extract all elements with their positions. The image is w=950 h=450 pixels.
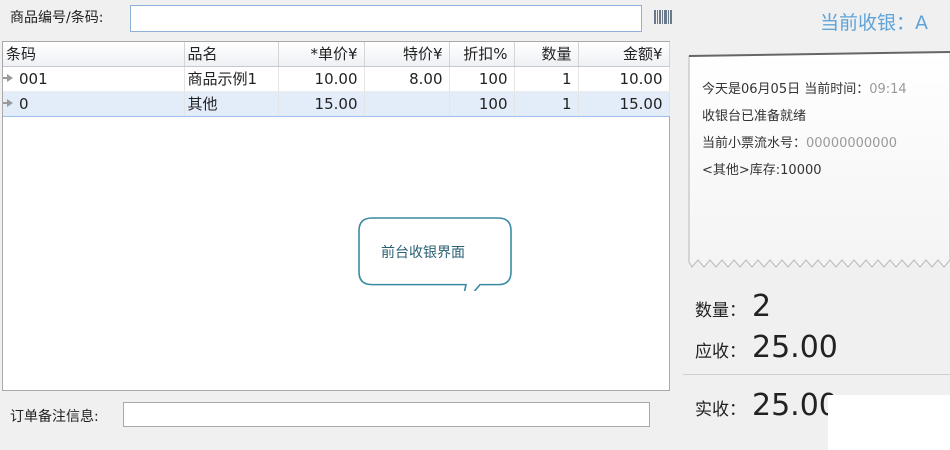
column-header-barcode[interactable]: 条码 [3, 42, 185, 67]
receipt-serial-line: 当前小票流水号：00000000000 [702, 130, 907, 157]
barcode-text: 0 [19, 94, 29, 113]
cell-amount[interactable]: 15.00 [578, 90, 670, 117]
receipt-text: 今天是06月05日 当前时间：09:14 收银台已准备就绪 当前小票流水号：00… [702, 76, 907, 184]
receipt-date: 今天是06月05日 当前时间： [702, 82, 870, 97]
column-header-price[interactable]: *单价¥ [278, 42, 365, 67]
cell-price[interactable]: 10.00 [278, 66, 365, 92]
cell-amount[interactable]: 10.00 [578, 66, 670, 92]
amount-due: 应收： 25.00 [695, 330, 838, 365]
cell-quantity[interactable]: 1 [514, 90, 579, 117]
barcode-icon[interactable] [654, 10, 672, 24]
quantity-total: 数量： 2 [695, 289, 771, 324]
amount-paid-value: 25.00 [752, 388, 838, 423]
receipt-serial-label: 当前小票流水号： [702, 136, 807, 151]
cashier-label: 当前收银：A [820, 12, 928, 34]
callout-text: 前台收银界面 [381, 245, 465, 261]
search-input[interactable] [130, 5, 642, 32]
column-header-discount[interactable]: 折扣% [449, 42, 515, 67]
receipt-time: 09:14 [869, 82, 907, 97]
search-label: 商品编号/条码: [10, 10, 104, 26]
amount-paid-label: 实收： [695, 400, 746, 420]
column-header-quantity[interactable]: 数量 [514, 42, 579, 67]
cell-name[interactable]: 商品示例1 [184, 66, 279, 92]
product-grid[interactable]: 条码 品名 *单价¥ 特价¥ 折扣% 数量 金额¥ 001 商品示例1 10.0… [2, 41, 670, 391]
cell-barcode[interactable]: 0 [3, 90, 185, 117]
table-row[interactable]: 001 商品示例1 10.00 8.00 100 1 10.00 [3, 66, 670, 92]
arrow-right-icon [3, 74, 13, 82]
receipt-serial: 00000000000 [806, 136, 897, 151]
cell-special-price[interactable]: 8.00 [364, 66, 450, 92]
arrow-right-icon [3, 99, 13, 107]
order-note-label: 订单备注信息: [10, 409, 99, 425]
cell-barcode[interactable]: 001 [3, 66, 185, 92]
table-header: 条码 品名 *单价¥ 特价¥ 折扣% 数量 金额¥ [3, 42, 670, 67]
cell-name[interactable]: 其他 [184, 90, 279, 117]
cell-discount[interactable]: 100 [449, 66, 515, 92]
quantity-total-value: 2 [752, 289, 772, 324]
column-header-name[interactable]: 品名 [184, 42, 279, 67]
corner-mask [828, 395, 950, 450]
amount-due-label: 应收： [695, 342, 746, 362]
column-header-special-price[interactable]: 特价¥ [364, 42, 450, 67]
column-header-amount[interactable]: 金额¥ [578, 42, 670, 67]
receipt-status: 收银台已准备就绪 [702, 109, 807, 124]
cell-discount[interactable]: 100 [449, 90, 515, 117]
product-table: 条码 品名 *单价¥ 特价¥ 折扣% 数量 金额¥ 001 商品示例1 10.0… [3, 42, 670, 117]
quantity-total-label: 数量： [695, 301, 746, 321]
cell-price[interactable]: 15.00 [278, 90, 365, 117]
barcode-text: 001 [19, 69, 48, 88]
receipt-stock: <其他>库存:10000 [702, 163, 822, 178]
cell-quantity[interactable]: 1 [514, 66, 579, 92]
amount-due-value: 25.00 [752, 330, 838, 365]
amount-paid: 实收： 25.00 [695, 388, 838, 423]
table-row[interactable]: 0 其他 15.00 100 1 15.00 [3, 90, 670, 117]
cell-special-price[interactable] [364, 90, 450, 117]
receipt-date-line: 今天是06月05日 当前时间：09:14 [702, 76, 907, 103]
order-note-input[interactable] [123, 402, 650, 427]
totals-divider [683, 374, 950, 375]
